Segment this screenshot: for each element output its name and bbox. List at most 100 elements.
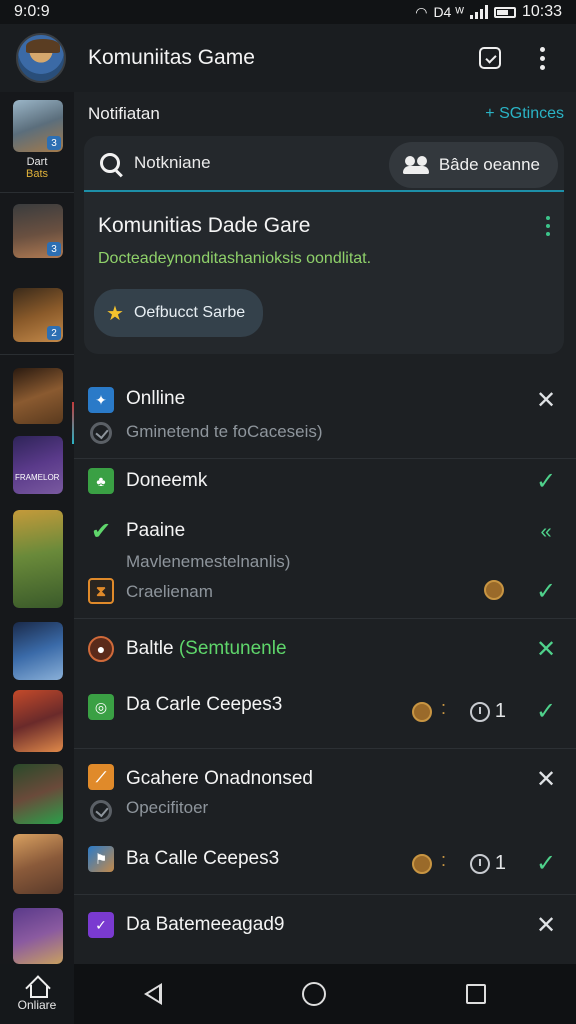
status-check-icon [90,800,112,822]
wifi-icon: ◠ [415,3,428,20]
battery-icon [493,6,516,18]
featured-button-label: Oefbucct Sarbe [133,304,246,321]
list-item-title: Ba Calle Ceepes3 [126,848,280,869]
sidebar-game-3[interactable]: 2 [13,288,63,342]
coin-icon [412,702,432,722]
collapse-chevron-icon[interactable]: « [534,520,558,544]
list-item-title: Doneemk [126,470,208,491]
sidebar-badge: 3 [47,242,61,256]
timer-icon [470,854,490,874]
status-bar: 9:0:9 ◠ D4 ᵂ 10:33 [0,0,576,24]
list-item[interactable]: ✔ Paaine « Mavlenemestelnanlis) ⧗ Craeli… [74,510,576,614]
overflow-menu-button[interactable] [524,40,560,76]
status-check-icon [90,422,112,444]
section-title: Notifiatan [88,104,160,123]
list-item-subtitle: Craelienam [126,582,213,601]
more-vert-icon [539,46,545,70]
dismiss-close-icon[interactable]: ✕ [534,914,558,938]
timer-count: 1 [494,852,506,874]
compose-icon [479,47,501,69]
recent-apps-icon[interactable] [466,984,486,1004]
list-divider [74,458,576,459]
sidebar-game-9[interactable] [13,764,63,824]
back-icon[interactable] [144,983,162,1005]
list-item-title: Paaine [126,520,186,541]
sidebar-game-7[interactable] [13,622,63,680]
separator-colon: : [440,850,446,870]
sidebar-badge: 2 [47,326,61,340]
app-purple-icon: ✓ [88,912,114,938]
community-card: Notkniane Bâde oeanne Komunitias Dade Ga… [84,136,564,354]
round-game-icon: ● [88,636,114,662]
sidebar-game-10[interactable] [13,834,63,894]
list-divider [74,618,576,619]
list-item-subtitle: Gminetend te foCaceseis) [126,422,323,441]
list-item-title: Baltle (Semtunenle [126,638,287,659]
timer-icon [470,702,490,722]
carrier-label: D4 ᵂ [433,4,464,20]
list-item[interactable]: ✓ Da Batemeeagad9 ✕ [74,896,576,956]
coin-icon [484,580,504,600]
list-item[interactable]: ⚑ Ba Calle Ceepes3 : 1 ✓ [74,830,576,890]
sidebar: 3 Dart Bats 3 2 FRAMELOR [0,92,75,964]
card-title: Komunitias Dade Gare [98,214,311,237]
sidebar-game-6[interactable] [13,510,63,608]
sidebar-art-label: FRAMELOR [15,473,60,482]
list-divider [74,748,576,749]
game-thumbnail-icon: ⚑ [88,846,114,872]
list-item-title: Gcahere Onadnonsed [126,768,313,789]
status-time: 9:0:9 [14,3,50,20]
chip-label: Bâde oeanne [438,155,540,174]
list-item-title: Da Batemeeagad9 [126,914,285,935]
card-more-icon[interactable] [546,216,550,236]
sidebar-game-11[interactable] [13,908,63,964]
card-subtitle: Docteadeynonditashanioksis oondlitat. [98,250,372,267]
approve-check-icon[interactable]: ✓ [534,700,558,724]
search-icon [100,153,120,173]
community-chip-button[interactable]: Bâde oeanne [388,142,558,188]
sidebar-game-8[interactable] [13,690,63,752]
approve-check-icon[interactable]: ✓ [534,852,558,876]
dismiss-close-icon[interactable]: ✕ [534,638,558,662]
list-item[interactable]: ◎ Da Carle Ceepes3 : 1 ✓ [74,678,576,744]
approve-check-icon[interactable]: ✓ [534,470,558,494]
list-item-title: Da Carle Ceepes3 [126,694,283,715]
app-title: Komuniitas Game [88,46,255,69]
coin-icon [412,854,432,874]
status-clock: 10:33 [521,3,562,20]
dismiss-close-icon[interactable]: ✕ [534,768,558,792]
star-icon: ★ [106,302,124,325]
navigation-bar: Onliare [0,964,576,1024]
dismiss-close-icon[interactable]: ✕ [534,389,558,413]
list-item[interactable]: ✦ Onlline ✕ Gminetend te foCaceseis) [74,374,576,458]
list-item-title: Onlline [126,388,186,409]
timer-count: 1 [494,700,506,722]
main-content: Notifiatan + SGtinces Notkniane Bâde oea… [74,92,576,964]
sidebar-game-5[interactable]: FRAMELOR [13,436,63,494]
avatar[interactable] [16,33,66,83]
list-item[interactable]: ● Baltle (Semtunenle ✕ [74,620,576,676]
sidebar-game-4[interactable] [13,368,63,424]
section-header: Notifiatan + SGtinces [88,104,564,124]
sidebar-badge: 3 [47,136,61,150]
check-icon: ✔ [90,517,112,545]
featured-button[interactable]: ★ Oefbucct Sarbe [94,289,264,337]
signal-icon [469,5,488,19]
approve-check-icon[interactable]: ✓ [534,580,558,604]
section-action-link[interactable]: + SGtinces [485,105,564,123]
home-icon [26,976,48,998]
sidebar-game-2[interactable]: 3 [13,204,63,258]
home-circle-icon[interactable] [302,982,326,1006]
app-blue-icon: ✦ [88,387,114,413]
list-item[interactable]: ♣ Doneemk ✓ [74,460,576,508]
compose-button[interactable] [472,40,508,76]
sidebar-game-1[interactable]: 3 [13,100,63,152]
list-item-subtitle: Opecifitoer [126,798,209,817]
app-bar: Komuniitas Game [0,24,576,92]
sidebar-divider [0,192,74,193]
app-green-round-icon: ◎ [88,694,114,720]
sidebar-divider [0,354,74,355]
nav-home-tab[interactable]: Onliare [0,964,74,1024]
list-item[interactable]: ⟋ Gcahere Onadnonsed ✕ Opecifitoer [74,750,576,826]
app-green-icon: ♣ [88,468,114,494]
